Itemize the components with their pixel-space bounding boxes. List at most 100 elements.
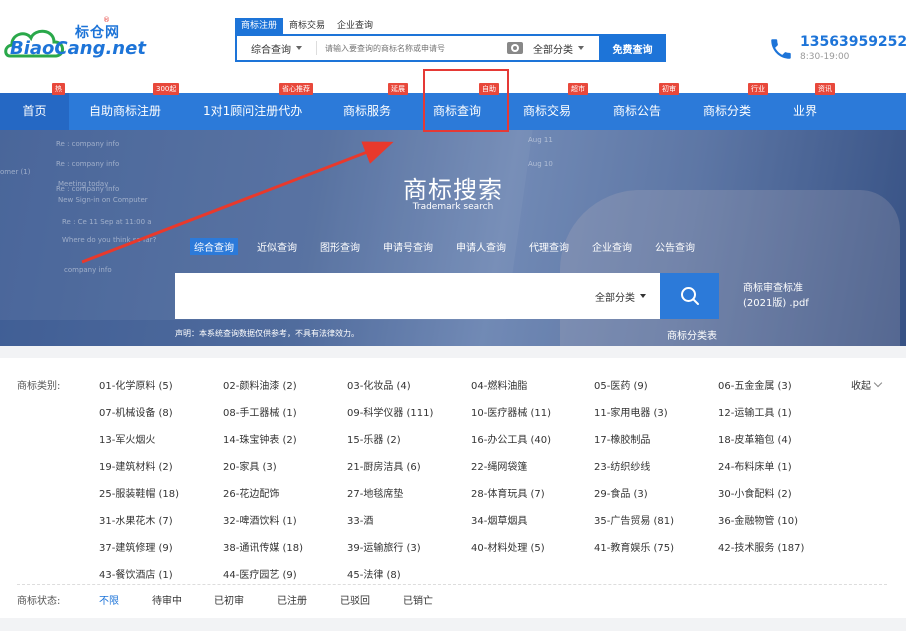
category-item[interactable]: 06-五金金属 (3) (718, 377, 792, 392)
hero-bg-text: Aug 11 (528, 136, 553, 144)
hero-tab-graphic[interactable]: 图形查询 (316, 238, 364, 255)
category-item[interactable]: 24-布料床单 (1) (718, 458, 792, 473)
category-item[interactable]: 38-通讯传媒 (18) (223, 539, 303, 554)
category-item[interactable]: 27-地毯席垫 (347, 485, 403, 500)
category-item[interactable]: 18-皮革箱包 (4) (718, 431, 792, 446)
category-item[interactable]: 08-手工器械 (1) (223, 404, 297, 419)
status-item[interactable]: 已初审 (214, 592, 244, 607)
status-item[interactable]: 已销亡 (403, 592, 433, 607)
nav-badge: 资讯 (815, 83, 835, 95)
category-item[interactable]: 33-酒 (347, 512, 373, 527)
category-item[interactable]: 11-家用电器 (3) (594, 404, 668, 419)
nav-item-classification[interactable]: 商标分类 行业 (703, 83, 768, 130)
contact-hours: 8:30-19:00 (800, 52, 850, 62)
category-item[interactable]: 34-烟草烟具 (471, 512, 527, 527)
review-standard-pdf-link[interactable]: 商标审查标准 (2021版) .pdf (743, 281, 809, 311)
hero-tab-company[interactable]: 企业查询 (588, 238, 636, 255)
hero-tab-agent[interactable]: 代理查询 (525, 238, 573, 255)
status-label: 商标状态: (17, 596, 61, 607)
category-item[interactable]: 04-燃料油脂 (471, 377, 527, 392)
category-item[interactable]: 01-化学原料 (5) (99, 377, 173, 392)
category-item[interactable]: 44-医疗园艺 (9) (223, 566, 297, 581)
nav-badge: 热 (52, 83, 65, 95)
logo-en-prefix: Biao (10, 38, 55, 59)
category-item[interactable]: 21-厨房洁具 (6) (347, 458, 421, 473)
category-item[interactable]: 35-广告贸易 (81) (594, 512, 674, 527)
status-item[interactable]: 已驳回 (340, 592, 370, 607)
category-item[interactable]: 15-乐器 (2) (347, 431, 401, 446)
category-item[interactable]: 39-运输旅行 (3) (347, 539, 421, 554)
category-item[interactable]: 29-食品 (3) (594, 485, 648, 500)
hero-tab-application-no[interactable]: 申请号查询 (379, 238, 437, 255)
category-item[interactable]: 25-服装鞋帽 (18) (99, 485, 179, 500)
logo-en-suffix: Cang.net (54, 38, 146, 59)
category-item[interactable]: 43-餐饮酒店 (1) (99, 566, 173, 581)
category-item[interactable]: 22-绳网袋篷 (471, 458, 527, 473)
category-item[interactable]: 45-法律 (8) (347, 566, 401, 581)
category-item[interactable]: 41-教育娱乐 (75) (594, 539, 674, 554)
category-item[interactable]: 12-运输工具 (1) (718, 404, 792, 419)
hero-tab-applicant[interactable]: 申请人查询 (452, 238, 510, 255)
hero-disclaimer: 声明：本系统查询数据仅供参考，不具有法律效力。 (175, 329, 359, 338)
hero-category-select[interactable]: 全部分类 (595, 289, 646, 304)
nav-item-services[interactable]: 商标服务 延展 (343, 83, 408, 130)
camera-icon[interactable] (507, 42, 523, 54)
hero-tab-comprehensive[interactable]: 综合查询 (190, 238, 238, 255)
category-item[interactable]: 36-金融物管 (10) (718, 512, 798, 527)
header-search-tabs: 商标注册 商标交易 企业查询 (235, 18, 379, 34)
category-item[interactable]: 30-小食配料 (2) (718, 485, 792, 500)
hero-tab-similar[interactable]: 近似查询 (253, 238, 301, 255)
hero-search-button[interactable] (660, 273, 719, 319)
header-tab-trade[interactable]: 商标交易 (283, 18, 331, 34)
hero-search-input[interactable] (175, 273, 595, 319)
contact-phone[interactable]: 13563959252 (800, 34, 906, 50)
category-item[interactable]: 32-啤酒饮料 (1) (223, 512, 297, 527)
category-item[interactable]: 20-家具 (3) (223, 458, 277, 473)
nav-item-industry[interactable]: 业界 资讯 (793, 83, 835, 130)
category-item[interactable]: 10-医疗器械 (11) (471, 404, 551, 419)
nav-item-trade[interactable]: 商标交易 超市 (523, 83, 588, 130)
category-item[interactable]: 02-颜料油漆 (2) (223, 377, 297, 392)
nav-item-self-register[interactable]: 自助商标注册 300起 (89, 83, 180, 130)
category-item[interactable]: 28-体育玩具 (7) (471, 485, 545, 500)
header-search-type-select[interactable]: 综合查询 (237, 41, 317, 56)
category-item[interactable]: 26-花边配饰 (223, 485, 279, 500)
nav-badge: 初审 (659, 83, 679, 95)
site-logo[interactable]: 标仓网 ® BiaoCang.net (4, 14, 146, 64)
category-item[interactable]: 23-纺织纱线 (594, 458, 650, 473)
status-item[interactable]: 待审中 (152, 592, 182, 607)
nav-item-announcement[interactable]: 商标公告 初审 (613, 83, 679, 130)
category-item[interactable]: 19-建筑材料 (2) (99, 458, 173, 473)
nav-item-home[interactable]: 首页 热 (0, 83, 69, 130)
nav-label: 商标服务 (343, 104, 392, 118)
hero-category-label: 全部分类 (595, 292, 635, 304)
chevron-down-icon (296, 46, 302, 50)
status-item[interactable]: 已注册 (277, 592, 307, 607)
header-search-type-label: 综合查询 (251, 44, 291, 56)
header-search-category-select[interactable]: 全部分类 (533, 41, 599, 56)
status-item[interactable]: 不限 (99, 592, 119, 607)
header-tab-register[interactable]: 商标注册 (235, 18, 284, 34)
header-tab-company[interactable]: 企业查询 (331, 18, 379, 34)
category-item[interactable]: 07-机械设备 (8) (99, 404, 173, 419)
category-item[interactable]: 09-科学仪器 (111) (347, 404, 433, 419)
search-icon (680, 287, 699, 305)
category-item[interactable]: 31-水果花木 (7) (99, 512, 173, 527)
category-item[interactable]: 03-化妆品 (4) (347, 377, 411, 392)
category-item[interactable]: 42-技术服务 (187) (718, 539, 804, 554)
nav-label: 1对1顾问注册代办 (203, 104, 303, 118)
nav-item-consultant[interactable]: 1对1顾问注册代办 省心推荐 (203, 83, 313, 130)
nav-label: 商标交易 (523, 104, 572, 118)
collapse-button[interactable]: 收起 (851, 377, 883, 392)
category-item[interactable]: 05-医药 (9) (594, 377, 648, 392)
category-item[interactable]: 14-珠宝钟表 (2) (223, 431, 297, 446)
classification-table-link[interactable]: 商标分类表 (667, 327, 717, 342)
hero-tab-announcement[interactable]: 公告查询 (651, 238, 699, 255)
category-item[interactable]: 13-军火烟火 (99, 431, 155, 446)
free-search-button[interactable]: 免费查询 (599, 34, 666, 62)
category-item[interactable]: 17-橡胶制品 (594, 431, 650, 446)
header-search-input[interactable] (317, 37, 507, 59)
category-item[interactable]: 37-建筑修理 (9) (99, 539, 173, 554)
category-item[interactable]: 16-办公工具 (40) (471, 431, 551, 446)
category-item[interactable]: 40-材料处理 (5) (471, 539, 545, 554)
